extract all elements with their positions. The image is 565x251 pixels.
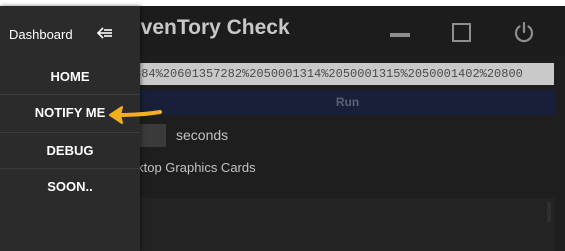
nav-item-soon[interactable]: SOON.. (0, 168, 140, 204)
interval-unit-label: seconds (176, 127, 229, 143)
annotation-arrow-icon (109, 106, 162, 124)
nav-item-label: HOME (50, 68, 90, 84)
category-label: Desktop Graphics Cards (138, 160, 338, 175)
drawer-header: Dashboard (0, 6, 140, 58)
minimize-icon[interactable] (386, 18, 414, 46)
nav-item-home[interactable]: HOME (0, 58, 140, 94)
app-title-text: InvenTory Check (138, 16, 290, 39)
power-glyph (514, 21, 534, 43)
product-url-value: 484%20601357282%2050001314%2050001315%20… (140, 67, 523, 81)
power-icon[interactable] (510, 18, 538, 46)
maximize-box (451, 22, 471, 42)
maximize-icon[interactable] (447, 18, 475, 46)
nav-item-label: DEBUG (46, 143, 94, 158)
drawer-title: Dashboard (9, 27, 73, 42)
screenshot-stage: InvenTory Check 484%20601357282%20500013… (0, 0, 565, 251)
run-button[interactable]: Run (140, 90, 555, 115)
nav-item-debug[interactable]: DEBUG (0, 132, 140, 168)
product-url-field[interactable]: 484%20601357282%2050001314%2050001315%20… (140, 63, 554, 85)
nav-item-label: SOON.. (47, 179, 93, 194)
collapse-glyph (96, 27, 112, 39)
app-title: InvenTory Check (138, 16, 338, 40)
output-panel (140, 198, 555, 251)
minimize-bar (390, 33, 410, 37)
output-scrollbar[interactable] (547, 202, 551, 222)
nav-item-label: NOTIFY ME (34, 105, 106, 120)
collapse-icon[interactable] (96, 24, 114, 42)
category-label-text: Desktop Graphics Cards (138, 160, 256, 175)
